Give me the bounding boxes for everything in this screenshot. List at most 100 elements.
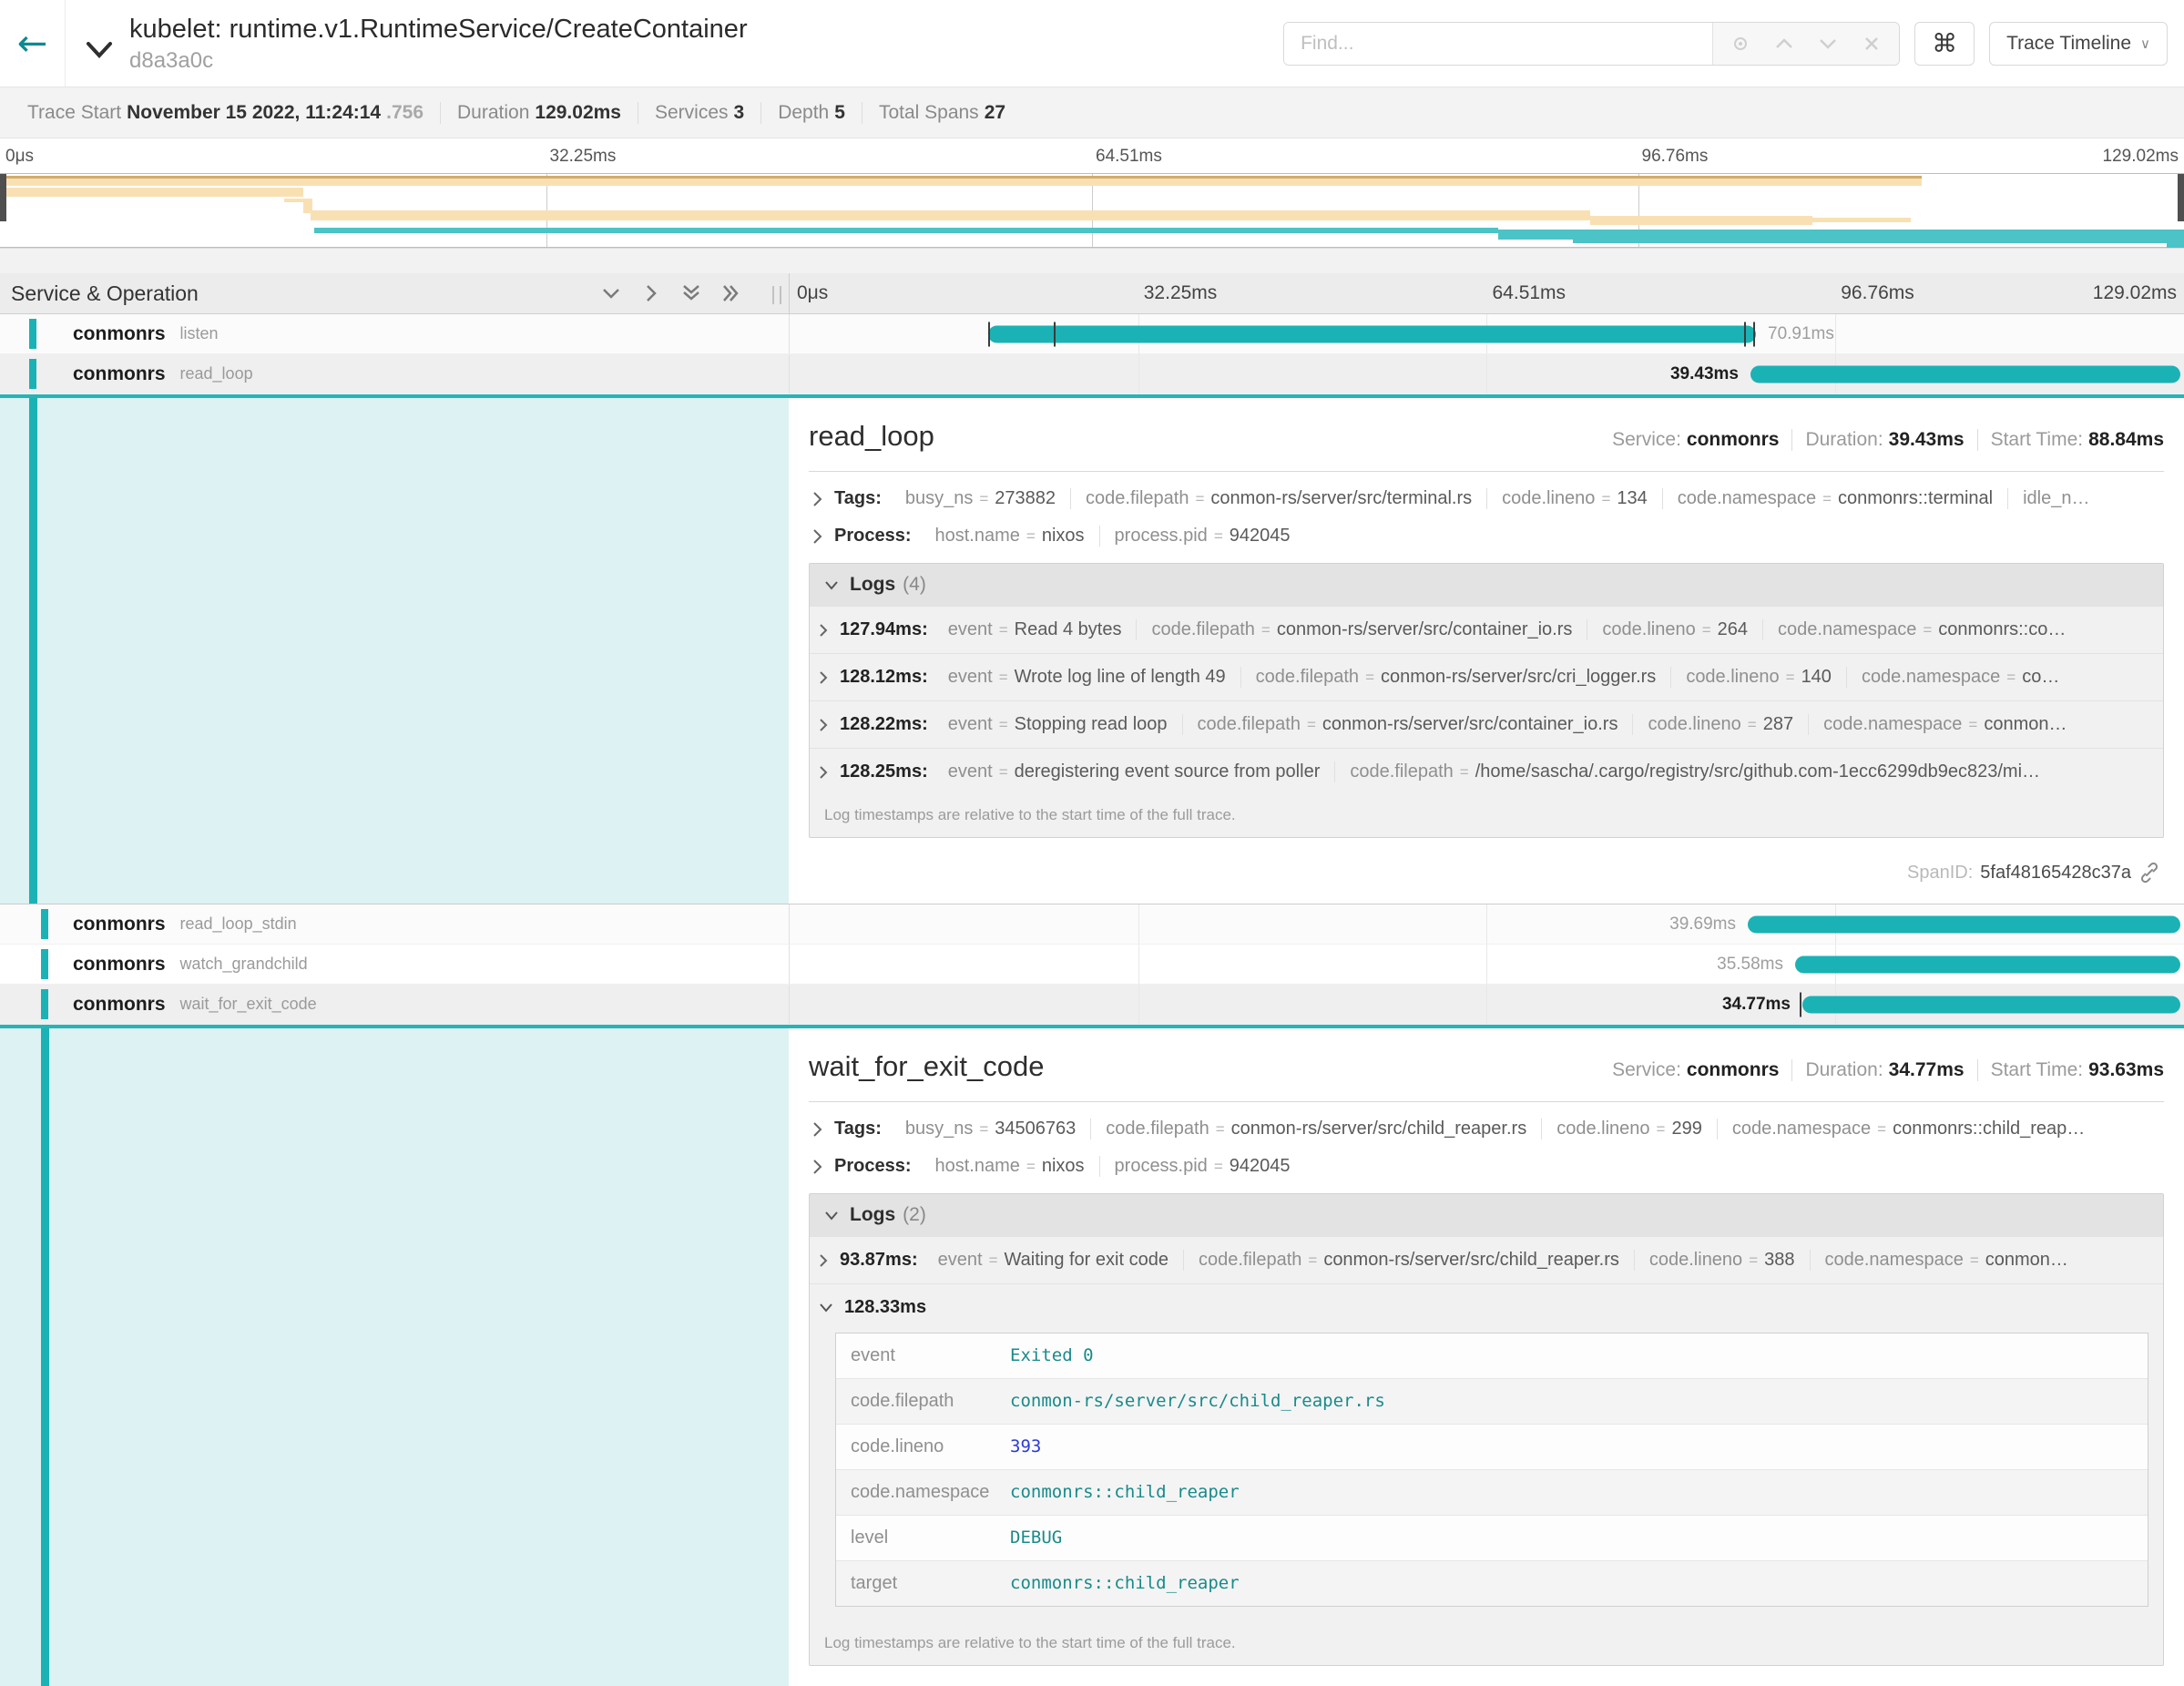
log-timestamp: 128.33ms xyxy=(844,1297,926,1318)
span-row-read-loop: conmonrs read_loop 39.43ms xyxy=(0,354,2184,394)
minimap-span-bar xyxy=(1812,218,1911,222)
table-row: level DEBUG xyxy=(836,1516,2148,1561)
minimap-left-handle[interactable] xyxy=(0,174,6,221)
span-name-cell[interactable]: conmonrs read_loop_stdin xyxy=(0,904,789,944)
log-entry[interactable]: 93.87ms: event=Waiting for exit code cod… xyxy=(810,1236,2163,1283)
chevron-right-icon xyxy=(645,283,658,303)
span-bar[interactable] xyxy=(988,325,1756,342)
logs-note: Log timestamps are relative to the start… xyxy=(810,795,2163,837)
minimap-span-bar xyxy=(0,176,1922,186)
span-name-cell[interactable]: conmonrs wait_for_exit_code xyxy=(0,985,789,1024)
logs-header[interactable]: Logs (4) xyxy=(810,564,2163,606)
span-bar[interactable] xyxy=(1748,915,2180,933)
table-row: event Exited 0 xyxy=(836,1333,2148,1379)
service-name: conmonrs xyxy=(73,954,166,976)
span-name-cell[interactable]: conmonrs listen xyxy=(0,314,789,353)
process-row[interactable]: Process: host.name=nixos process.pid=942… xyxy=(812,526,2164,547)
log-entry[interactable]: 127.94ms: event=Read 4 bytes code.filepa… xyxy=(810,606,2163,653)
span-color-bar xyxy=(41,989,48,1019)
span-duration-label: 34.77ms xyxy=(1722,995,1791,1015)
minimap-tick: 0μs xyxy=(5,147,34,167)
span-name-cell[interactable]: conmonrs watch_grandchild xyxy=(0,945,789,984)
service-name: conmonrs xyxy=(73,363,166,385)
chevron-up-icon xyxy=(1774,37,1794,50)
chevron-down-icon xyxy=(824,1211,839,1221)
span-duration-label: 39.43ms xyxy=(1670,364,1739,384)
span-detail-meta: Service:conmonrs Duration:39.43ms Start … xyxy=(1599,429,2164,451)
minimap-span-bar xyxy=(0,188,303,197)
timeline-tick: 96.76ms xyxy=(1841,282,1914,304)
span-timeline-cell: 35.58ms xyxy=(789,945,2184,984)
log-entry[interactable]: 128.12ms: event=Wrote log line of length… xyxy=(810,653,2163,700)
process-label: Process: xyxy=(834,526,912,547)
tags-row[interactable]: Tags: busy_ns=273882 code.filepath=conmo… xyxy=(812,488,2164,509)
span-id-value: 5faf48165428c37a xyxy=(1980,863,2131,884)
minimap-right-handle[interactable] xyxy=(2178,174,2184,221)
span-timeline-cell: 70.91ms xyxy=(789,314,2184,353)
target-icon xyxy=(1730,34,1750,54)
expand-all-button[interactable] xyxy=(718,280,745,307)
trace-minimap: 0μs 32.25ms 64.51ms 96.76ms 129.02ms xyxy=(0,138,2184,273)
span-name-cell[interactable]: conmonrs read_loop xyxy=(0,354,789,393)
clear-search-button[interactable] xyxy=(1853,26,1890,62)
span-bar[interactable] xyxy=(1795,955,2180,973)
timeline-tick: 32.25ms xyxy=(1144,282,1218,304)
logs-block: Logs (4) 127.94ms: event=Read 4 bytes co… xyxy=(809,563,2164,838)
log-entry-expanded-header[interactable]: 128.33ms xyxy=(810,1283,2163,1327)
minimap-span-bar xyxy=(1573,236,2184,243)
table-row: target conmonrs::child_reaper xyxy=(836,1561,2148,1606)
span-detail-title: wait_for_exit_code xyxy=(809,1050,1045,1083)
next-match-button[interactable] xyxy=(1810,26,1846,62)
logs-count: (4) xyxy=(903,574,926,596)
top-bar: ← kubelet: runtime.v1.RuntimeService/Cre… xyxy=(0,0,2184,87)
column-resize-handle[interactable] xyxy=(772,286,781,304)
span-bar[interactable] xyxy=(1802,996,2180,1013)
span-detail-highlight-column xyxy=(0,398,789,904)
timeline-tick: 64.51ms xyxy=(1493,282,1567,304)
minimap-canvas[interactable] xyxy=(0,173,2184,248)
divider xyxy=(809,1101,2164,1102)
minimap-span-bar xyxy=(1590,216,1813,225)
view-selector-dropdown[interactable]: Trace Timeline ∨ xyxy=(1989,22,2168,66)
timeline-tick-header: 0μs 32.25ms 64.51ms 96.76ms 129.02ms xyxy=(789,273,2184,313)
collapse-one-button[interactable] xyxy=(597,280,625,307)
chevron-down-icon xyxy=(601,287,621,301)
minimap-span-bar xyxy=(311,210,1590,220)
log-entry[interactable]: 128.25ms: event=deregistering event sour… xyxy=(810,748,2163,795)
prev-match-button[interactable] xyxy=(1766,26,1802,62)
trace-titles: kubelet: runtime.v1.RuntimeService/Creat… xyxy=(129,13,748,73)
find-group xyxy=(1283,22,1900,66)
minimap-tick: 96.76ms xyxy=(1642,147,1709,167)
focus-match-button[interactable] xyxy=(1722,26,1759,62)
copy-link-button[interactable] xyxy=(2138,862,2160,884)
logs-header[interactable]: Logs (2) xyxy=(810,1194,2163,1236)
chevron-right-icon xyxy=(819,670,829,685)
operation-name: read_loop_stdin xyxy=(180,915,297,934)
trace-total-spans: Total Spans27 xyxy=(862,102,1022,124)
minimap-span-bar xyxy=(314,228,1498,233)
span-tick xyxy=(1800,992,1801,1017)
log-entry[interactable]: 128.22ms: event=Stopping read loop code.… xyxy=(810,700,2163,748)
link-icon xyxy=(2138,862,2160,884)
tags-row[interactable]: Tags: busy_ns=34506763 code.filepath=con… xyxy=(812,1119,2164,1139)
collapse-all-button[interactable] xyxy=(678,280,705,307)
table-row: code.lineno 393 xyxy=(836,1425,2148,1470)
span-timeline-cell: 39.69ms xyxy=(789,904,2184,944)
span-color-bar xyxy=(29,398,37,904)
service-operation-header: Service & Operation xyxy=(0,273,789,313)
operation-name: watch_grandchild xyxy=(180,955,308,974)
process-label: Process: xyxy=(834,1156,912,1177)
find-input[interactable] xyxy=(1284,23,1712,65)
expand-one-button[interactable] xyxy=(638,280,665,307)
operation-name: read_loop xyxy=(180,364,253,383)
trace-collapse-toggle[interactable] xyxy=(86,41,113,59)
span-bar[interactable] xyxy=(1750,365,2180,383)
top-right-controls: ⌘ Trace Timeline ∨ xyxy=(1283,22,2184,66)
span-detail-read-loop: read_loop Service:conmonrs Duration:39.4… xyxy=(0,394,2184,904)
collapse-controls xyxy=(597,280,745,307)
back-button[interactable]: ← xyxy=(0,0,66,87)
keyboard-shortcuts-button[interactable]: ⌘ xyxy=(1914,22,1975,66)
logs-label: Logs xyxy=(850,1204,895,1226)
span-detail-highlight-column xyxy=(0,1028,789,1686)
process-row[interactable]: Process: host.name=nixos process.pid=942… xyxy=(812,1156,2164,1177)
